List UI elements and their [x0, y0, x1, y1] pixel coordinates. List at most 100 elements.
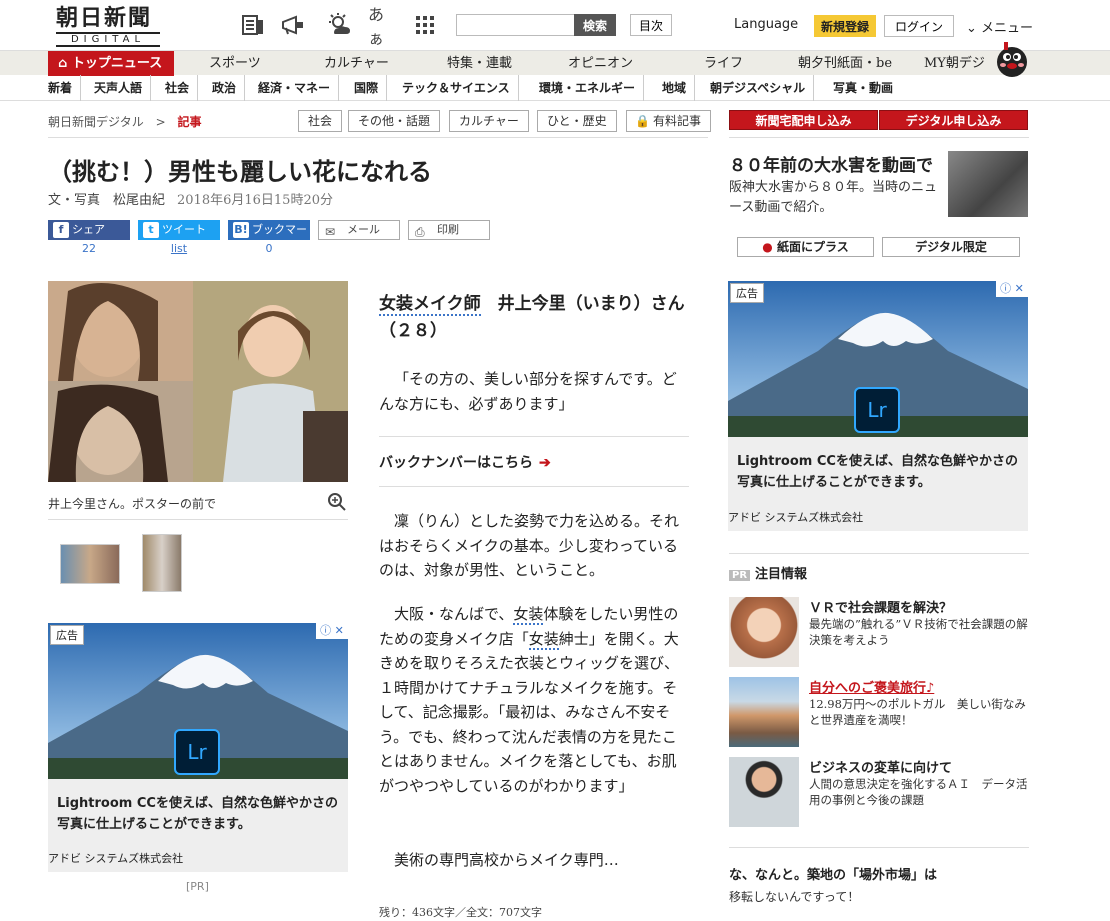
nav-item-my[interactable]: MY朝デジ	[924, 51, 985, 76]
register-button[interactable]: 新規登録	[814, 15, 876, 37]
bookmark-count: 0	[265, 242, 273, 255]
index-button[interactable]: 目次	[630, 14, 672, 36]
breadcrumb-separator: >	[155, 115, 166, 129]
lock-icon: 🔒	[635, 114, 650, 128]
lightroom-logo: Lr	[174, 729, 220, 775]
related-headline[interactable]: な、なんと。築地の「場外市場」は	[729, 864, 937, 883]
advertisement[interactable]: 広告 ⓘ ✕ Lr Lightroom CCを使えば、自然な色鮮やかさの写真に仕…	[728, 281, 1028, 531]
megaphone-icon[interactable]	[280, 12, 306, 38]
nav-item-paper[interactable]: 朝夕刊紙面・be	[798, 51, 892, 76]
news-icon[interactable]	[240, 12, 266, 38]
divider	[729, 847, 1029, 848]
paper-plus-icon: ●	[762, 240, 777, 254]
print-button[interactable]: ⎙ 印刷	[408, 220, 490, 240]
digital-only-button[interactable]: デジタル限定	[882, 237, 1020, 257]
subnav-item-society[interactable]: 社会	[157, 75, 199, 101]
mail-icon: ✉	[325, 225, 336, 239]
article-byline: 文・写真 松尾由紀 2018年6月16日15時20分	[48, 189, 333, 208]
hatena-bookmark-button[interactable]: B! ブックマーク	[228, 220, 310, 256]
twitter-share-button[interactable]: t ツイート	[138, 220, 220, 240]
subscribe-digital-button[interactable]: デジタル申し込み	[879, 110, 1028, 130]
subnav-item-photo[interactable]: 写真・動画	[825, 75, 901, 101]
tag-society[interactable]: 社会	[298, 110, 343, 132]
subnav-item-new[interactable]: 新着	[40, 75, 82, 101]
menu-label: メニュー	[981, 21, 1034, 36]
featured-item[interactable]: 自分へのご褒美旅行♪ 12.98万円〜のポルトガル 美しい街なみと世界遺産を満喫…	[729, 677, 1029, 749]
divider	[379, 486, 689, 487]
photo-thumbnail[interactable]	[142, 534, 182, 592]
divider	[729, 137, 1029, 138]
paper-plus-button[interactable]: ● 紙面にプラス	[737, 237, 874, 257]
login-button[interactable]: ログイン	[884, 15, 954, 37]
subscribe-paper-button[interactable]: 新聞宅配申し込み	[729, 110, 878, 130]
profile-keyword-link[interactable]: 女装メイク師	[379, 294, 481, 316]
profile-heading: 女装メイク師 井上今里（いまり）さん（２８）	[379, 291, 689, 345]
keyword-link[interactable]: 女装	[528, 629, 559, 650]
promo-headline[interactable]: ８０年前の大水害を動画で	[729, 151, 933, 176]
chevron-down-icon: ⌄	[966, 21, 982, 36]
featured-image	[729, 677, 799, 747]
ad-choices-icon[interactable]: ⓘ ✕	[316, 623, 348, 639]
pr-badge: PR	[729, 570, 751, 581]
keyword-link[interactable]: 女装	[513, 605, 544, 625]
featured-heading: PR 注目情報	[729, 563, 807, 582]
subnav-item-politics[interactable]: 政治	[204, 75, 246, 101]
nav-item-sports[interactable]: スポーツ	[209, 51, 261, 76]
subnav-item-tensei[interactable]: 天声人語	[86, 75, 152, 101]
tag-people-history[interactable]: ひと・歴史	[537, 110, 617, 132]
breadcrumb-root[interactable]: 朝日新聞デジタル	[48, 115, 144, 129]
mail-button[interactable]: ✉ メール	[318, 220, 400, 240]
subnav-item-special[interactable]: 朝デジスペシャル	[702, 75, 815, 101]
featured-image	[729, 757, 799, 827]
grid-menu-icon[interactable]	[412, 12, 438, 38]
zoom-icon[interactable]	[328, 493, 346, 515]
subnav-item-env[interactable]: 環境・エネルギー	[531, 75, 645, 101]
nav-item-culture[interactable]: カルチャー	[324, 51, 389, 76]
advertisement[interactable]: 広告 ⓘ ✕ Lr Lightroom CCを使えば、自然な色鮮やかさの写真に仕…	[48, 623, 348, 872]
breadcrumb: 朝日新聞デジタル > 記事	[48, 113, 202, 130]
author: 文・写真 松尾由紀	[48, 193, 166, 208]
subnav-item-intl[interactable]: 国際	[346, 75, 388, 101]
nav-item-features[interactable]: 特集・連載	[447, 51, 512, 76]
home-icon: ⌂	[58, 56, 72, 71]
nav-item-life[interactable]: ライフ	[704, 51, 743, 76]
divider	[729, 553, 1029, 554]
article-photo[interactable]	[48, 281, 348, 482]
facebook-share-button[interactable]: f シェア	[48, 220, 130, 240]
subnav-item-tech[interactable]: テック＆サイエンス	[394, 75, 519, 101]
subnav-item-region[interactable]: 地域	[654, 75, 696, 101]
featured-item-title: ビジネスの変革に向けて	[809, 761, 953, 776]
divider	[48, 519, 348, 520]
featured-item[interactable]: ＶＲで社会課題を解決？ 最先端の”触れる”ＶＲ技術で社会課題の解決策を考えよう	[729, 597, 1029, 669]
menu-button[interactable]: ⌄ メニュー	[966, 17, 1033, 36]
article-paragraph: 大阪・なんばで、女装体験をしたい男性のための変身メイク店「女装紳士」を開く。大き…	[379, 602, 689, 798]
promo-image[interactable]	[948, 151, 1028, 217]
font-size-icon[interactable]: あぁ	[368, 5, 394, 48]
tag-culture[interactable]: カルチャー	[449, 110, 529, 132]
tag-paid[interactable]: 🔒 有料記事	[626, 110, 712, 132]
subnav-item-economy[interactable]: 経済・マネー	[250, 75, 340, 101]
divider	[379, 436, 689, 437]
weather-icon[interactable]	[326, 12, 352, 38]
article-quote: 「その方の、美しい部分を探すんです。どんな方にも、必ずあります」	[379, 370, 677, 413]
photo-thumbnail[interactable]	[60, 544, 120, 584]
language-link[interactable]: Language	[734, 17, 798, 32]
featured-item[interactable]: ビジネスの変革に向けて 人間の意思決定を強化するＡＩ データ活用の事例と今後の課…	[729, 757, 1029, 829]
site-logo[interactable]: 朝日新聞 DIGITAL	[56, 6, 166, 47]
twitter-icon: t	[143, 222, 159, 238]
paper-plus-label: 紙面にプラス	[776, 240, 849, 254]
nav-item-opinion[interactable]: オピニオン	[568, 51, 633, 76]
back-numbers-link[interactable]: バックナンバーはこちら ➔	[379, 452, 551, 472]
search-button[interactable]: 検索	[574, 14, 616, 36]
twitter-list-link[interactable]: list	[138, 242, 220, 255]
breadcrumb-current: 記事	[177, 115, 202, 129]
search-input[interactable]	[456, 14, 574, 36]
tag-paid-label: 有料記事	[653, 114, 702, 128]
logo-subtext: DIGITAL	[56, 32, 160, 47]
nav-top-news-label: トップニュース	[71, 56, 163, 71]
publish-date: 2018年6月16日15時20分	[177, 193, 333, 208]
nav-top-news[interactable]: ⌂ トップニュース	[48, 51, 174, 76]
ad-choices-icon[interactable]: ⓘ ✕	[996, 281, 1028, 297]
tag-misc[interactable]: その他・話題	[348, 110, 441, 132]
site-header: 朝日新聞 DIGITAL あぁ 検索 目次 Language 新規登録 ログイン…	[0, 0, 1110, 50]
